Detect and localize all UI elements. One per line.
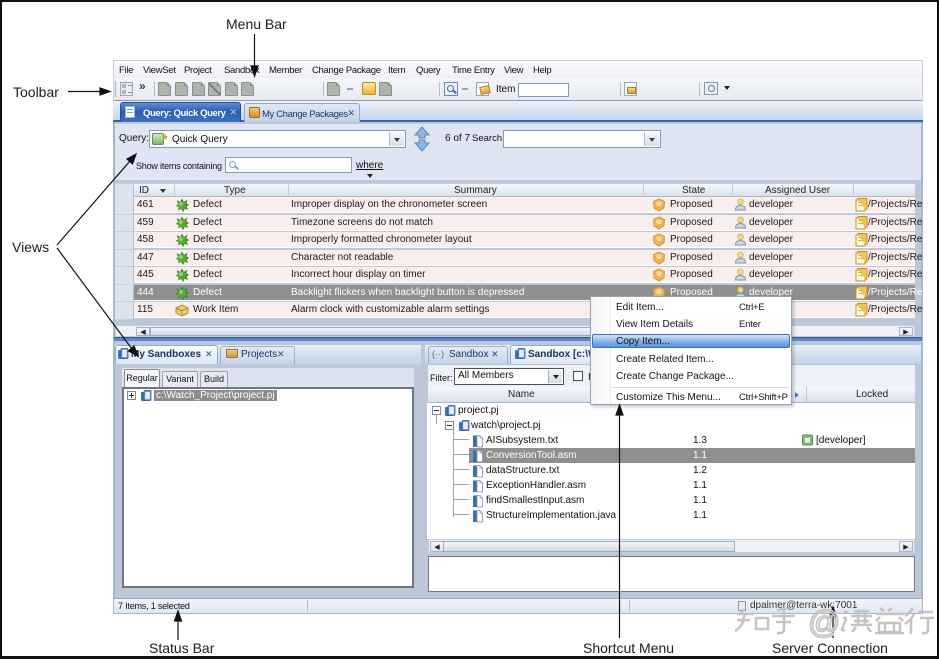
svg-text:@: @ — [808, 604, 840, 640]
